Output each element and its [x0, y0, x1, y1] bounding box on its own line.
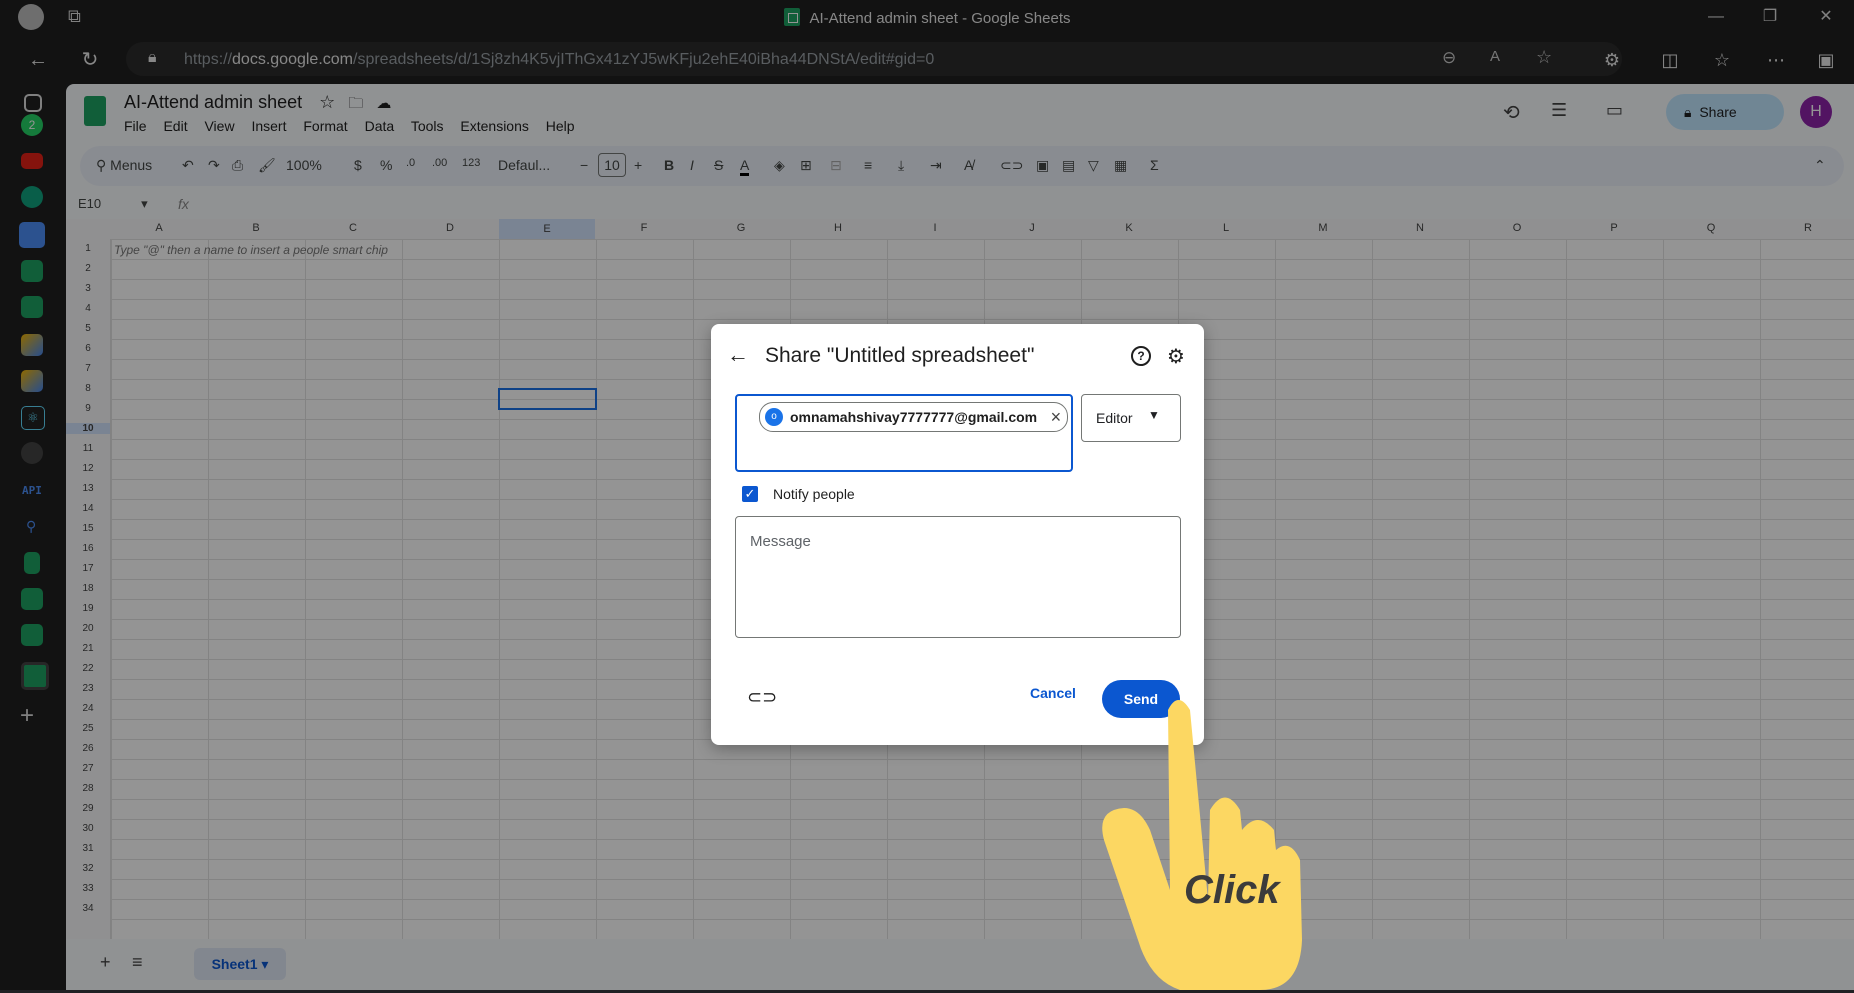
- click-hand-annotation: Click: [1090, 690, 1350, 990]
- recipient-avatar: o: [765, 408, 783, 426]
- add-people-input[interactable]: o omnamahshivay7777777@gmail.com ×: [735, 394, 1073, 472]
- notify-people-checkbox[interactable]: ✓: [742, 486, 758, 502]
- pointing-hand-icon: [1102, 700, 1302, 990]
- remove-recipient-icon[interactable]: ×: [1051, 403, 1062, 431]
- message-placeholder: Message: [750, 533, 811, 550]
- back-arrow-icon[interactable]: ←: [727, 342, 749, 368]
- role-select[interactable]: Editor ▼: [1081, 394, 1181, 442]
- notify-people-label[interactable]: Notify people: [773, 486, 855, 502]
- recipient-chip[interactable]: o omnamahshivay7777777@gmail.com ×: [759, 402, 1069, 432]
- help-icon[interactable]: ?: [1131, 346, 1151, 366]
- dialog-title: Share "Untitled spreadsheet": [765, 344, 1035, 367]
- settings-gear-icon[interactable]: ⚙: [1167, 344, 1185, 369]
- role-value: Editor: [1096, 410, 1133, 426]
- dropdown-caret-icon: ▼: [1148, 408, 1160, 422]
- copy-link-icon[interactable]: ⊂⊃: [747, 687, 777, 708]
- cancel-button[interactable]: Cancel: [1017, 675, 1089, 711]
- share-dialog: ← Share "Untitled spreadsheet" ? ⚙ o omn…: [711, 324, 1204, 745]
- message-textarea[interactable]: Message: [735, 516, 1181, 638]
- click-label: Click: [1184, 868, 1280, 912]
- recipient-email: omnamahshivay7777777@gmail.com: [790, 409, 1038, 425]
